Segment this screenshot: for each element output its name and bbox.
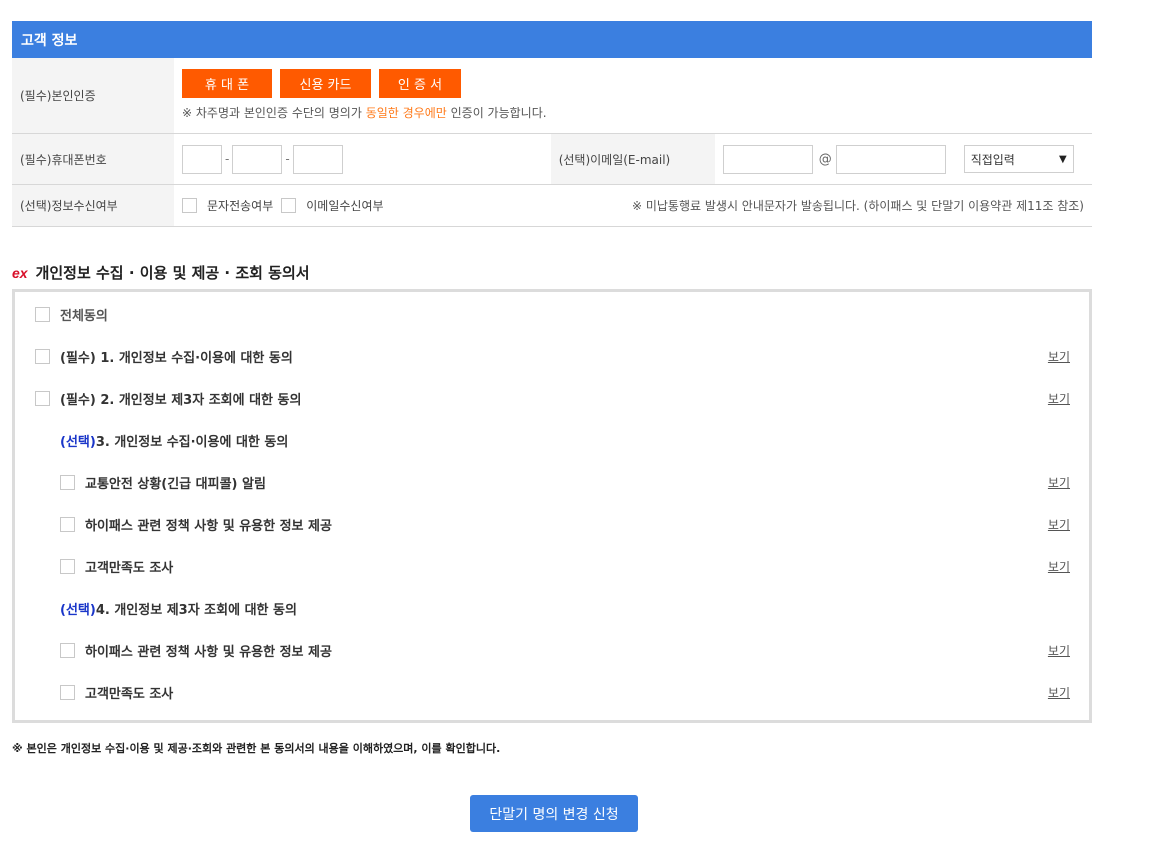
auth-notice: ※ 차주명과 본인인증 수단의 명의가 동일한 경우에만 인증이 가능합니다.: [182, 106, 547, 120]
email-id-field[interactable]: [722, 144, 813, 174]
confirm-note: ※ 본인은 개인정보 수집·이용 및 제공·조회와 관련한 본 동의서의 내용을…: [12, 742, 501, 755]
auth-buttons: 휴 대 폰 신용 카드 인 증 서: [182, 69, 461, 98]
consent-item-1-checkbox[interactable]: [35, 348, 50, 364]
consent-item-3-2: 하이패스 관련 정책 사항 및 유용한 정보 제공 보기: [60, 514, 1089, 534]
chevron-down-icon: ▼: [1058, 153, 1067, 165]
consent-item-1: (필수) 1. 개인정보 수집·이용에 대한 동의 보기: [35, 346, 1089, 366]
view-link-2[interactable]: 보기: [1048, 390, 1070, 407]
email-domain-field[interactable]: [835, 144, 946, 174]
consent-item-3-3-checkbox[interactable]: [60, 558, 75, 574]
auth-label: (필수)본인인증: [12, 58, 174, 133]
consent-item-4-1-checkbox[interactable]: [60, 642, 75, 658]
phone-field-1[interactable]: [182, 144, 222, 174]
consent-item-4-2: 고객만족도 조사 보기: [60, 682, 1089, 702]
phone-email-row: (필수)휴대폰번호 - - (선택)이메일(E-mail) @ 직접입력 ▼: [12, 134, 1092, 185]
credit-card-auth-button[interactable]: 신용 카드: [280, 69, 371, 98]
email-checkbox[interactable]: [281, 198, 297, 213]
view-link-1[interactable]: 보기: [1048, 348, 1070, 365]
view-link-4-2[interactable]: 보기: [1048, 684, 1070, 701]
auth-row: (필수)본인인증 휴 대 폰 신용 카드 인 증 서 ※ 차주명과 본인인증 수…: [12, 58, 1092, 134]
submit-button[interactable]: 단말기 명의 변경 신청: [470, 795, 638, 832]
email-receive-label: 이메일수신여부: [306, 199, 384, 213]
sms-label: 문자전송여부: [207, 199, 274, 213]
receive-notice: ※ 미납통행료 발생시 안내문자가 발송됩니다. (하이패스 및 단말기 이용약…: [631, 199, 1084, 213]
consent-item-2-checkbox[interactable]: [35, 390, 50, 406]
receive-row: (선택)정보수신여부 문자전송여부 이메일수신여부 ※ 미납통행료 발생시 안내…: [12, 185, 1092, 227]
phone-field-2[interactable]: [232, 144, 283, 174]
view-link-3-2[interactable]: 보기: [1048, 516, 1070, 533]
view-link-3-1[interactable]: 보기: [1048, 474, 1070, 491]
consent-group-3: (선택) 3. 개인정보 수집·이용에 대한 동의: [60, 434, 289, 450]
ex-logo: ex: [12, 264, 28, 281]
email-domain-select[interactable]: 직접입력 ▼: [963, 145, 1074, 173]
consent-all: 전체동의: [35, 304, 1089, 324]
consent-box: 전체동의 (필수) 1. 개인정보 수집·이용에 대한 동의 보기 (필수) 2…: [12, 289, 1092, 723]
receive-label: (선택)정보수신여부: [12, 185, 174, 226]
consent-item-3-3: 고객만족도 조사 보기: [60, 556, 1089, 576]
email-label: (선택)이메일(E-mail): [550, 134, 715, 184]
consent-item-3-1: 교통안전 상황(긴급 대피콜) 알림 보기: [60, 472, 1089, 492]
consent-title: ex 개인정보 수집 · 이용 및 제공 · 조회 동의서: [12, 264, 310, 282]
sms-checkbox[interactable]: [182, 198, 197, 213]
consent-all-checkbox[interactable]: [35, 306, 50, 322]
view-link-3-3[interactable]: 보기: [1048, 558, 1070, 575]
phone-auth-button[interactable]: 휴 대 폰: [182, 69, 272, 98]
phone-label: (필수)휴대폰번호: [12, 134, 174, 184]
auth-notice-highlight: 동일한 경우에만: [365, 106, 447, 120]
consent-group-4: (선택) 4. 개인정보 제3자 조회에 대한 동의: [60, 602, 297, 618]
customer-info-section: 고객 정보 (필수)본인인증 휴 대 폰 신용 카드 인 증 서 ※ 차주명과 …: [12, 21, 1092, 227]
certificate-auth-button[interactable]: 인 증 서: [379, 69, 461, 98]
phone-field-3[interactable]: [292, 144, 343, 174]
customer-info-header: 고객 정보: [12, 21, 1092, 58]
at-sign: @: [818, 151, 832, 167]
consent-item-3-1-checkbox[interactable]: [60, 474, 75, 490]
view-link-4-1[interactable]: 보기: [1048, 642, 1070, 659]
consent-item-3-2-checkbox[interactable]: [60, 516, 75, 532]
consent-item-2: (필수) 2. 개인정보 제3자 조회에 대한 동의 보기: [35, 388, 1089, 408]
consent-item-4-1: 하이패스 관련 정책 사항 및 유용한 정보 제공 보기: [60, 640, 1089, 660]
consent-item-4-2-checkbox[interactable]: [60, 684, 75, 700]
